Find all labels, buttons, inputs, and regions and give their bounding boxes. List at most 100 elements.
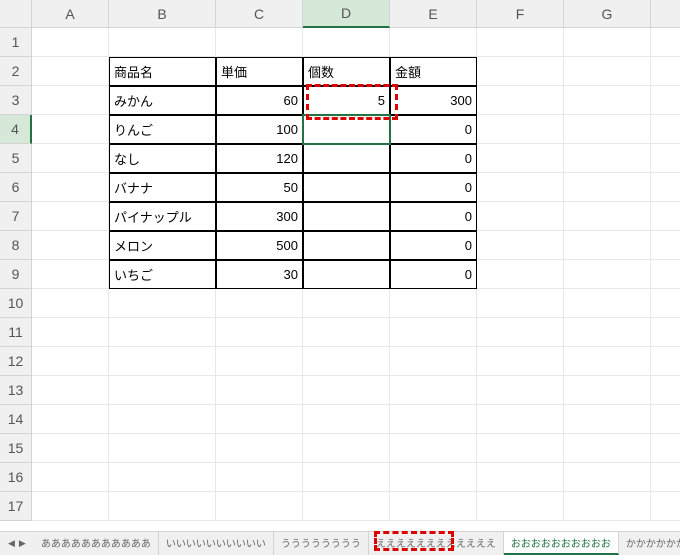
row-header-6[interactable]: 6 [0,173,32,202]
cell-b4[interactable]: りんご [109,115,216,144]
cell-a14[interactable] [32,405,109,434]
cell-g5[interactable] [564,144,651,173]
cell-c7[interactable]: 300 [216,202,303,231]
row-header-2[interactable]: 2 [0,57,32,86]
cell-g16[interactable] [564,463,651,492]
cell-b8[interactable]: メロン [109,231,216,260]
cell-a17[interactable] [32,492,109,521]
cell-c4[interactable]: 100 [216,115,303,144]
cell-c15[interactable] [216,434,303,463]
cell-d1[interactable] [303,28,390,57]
cell-a8[interactable] [32,231,109,260]
col-header-b[interactable]: B [109,0,216,28]
cell-f13[interactable] [477,376,564,405]
cell-f9[interactable] [477,260,564,289]
cell-c16[interactable] [216,463,303,492]
cell-b2[interactable]: 商品名 [109,57,216,86]
cell-a2[interactable] [32,57,109,86]
tab-nav-prev-icon[interactable]: ◀ [8,538,15,549]
cell-c10[interactable] [216,289,303,318]
cell-a10[interactable] [32,289,109,318]
row-header-12[interactable]: 12 [0,347,32,376]
cell-b11[interactable] [109,318,216,347]
cell-a16[interactable] [32,463,109,492]
tab-nav[interactable]: ◀ ▶ [0,538,34,549]
row-header-13[interactable]: 13 [0,376,32,405]
row-header-11[interactable]: 11 [0,318,32,347]
cell-c17[interactable] [216,492,303,521]
cell-f11[interactable] [477,318,564,347]
cell-g13[interactable] [564,376,651,405]
cell-d3[interactable]: 5 [303,86,390,115]
cell-b5[interactable]: なし [109,144,216,173]
row-header-8[interactable]: 8 [0,231,32,260]
tab-nav-next-icon[interactable]: ▶ [19,538,26,549]
cell-c1[interactable] [216,28,303,57]
cell-f3[interactable] [477,86,564,115]
cell-d9[interactable] [303,260,390,289]
cell-f5[interactable] [477,144,564,173]
cell-b17[interactable] [109,492,216,521]
row-header-16[interactable]: 16 [0,463,32,492]
cell-a13[interactable] [32,376,109,405]
col-header-g[interactable]: G [564,0,651,28]
cell-b1[interactable] [109,28,216,57]
cell-c5[interactable]: 120 [216,144,303,173]
sheet-tab-4[interactable]: おおおおおおおおおお [504,532,619,555]
col-header-f[interactable]: F [477,0,564,28]
cell-e7[interactable]: 0 [390,202,477,231]
cell-d15[interactable] [303,434,390,463]
cell-g3[interactable] [564,86,651,115]
cell-e9[interactable]: 0 [390,260,477,289]
cell-e12[interactable] [390,347,477,376]
cell-c11[interactable] [216,318,303,347]
cell-d14[interactable] [303,405,390,434]
cell-f1[interactable] [477,28,564,57]
cell-d10[interactable] [303,289,390,318]
cell-g7[interactable] [564,202,651,231]
cell-f2[interactable] [477,57,564,86]
cell-f14[interactable] [477,405,564,434]
cell-e8[interactable]: 0 [390,231,477,260]
cell-e6[interactable]: 0 [390,173,477,202]
select-all-corner[interactable] [0,0,32,28]
row-header-7[interactable]: 7 [0,202,32,231]
cell-d6[interactable] [303,173,390,202]
cell-f16[interactable] [477,463,564,492]
sheet-tab-5[interactable]: かかかかかかかかかかか [619,532,680,555]
cell-g8[interactable] [564,231,651,260]
cell-b3[interactable]: みかん [109,86,216,115]
cell-a4[interactable] [32,115,109,144]
cell-e17[interactable] [390,492,477,521]
cell-b13[interactable] [109,376,216,405]
row-header-5[interactable]: 5 [0,144,32,173]
cell-a7[interactable] [32,202,109,231]
cell-c13[interactable] [216,376,303,405]
cell-a1[interactable] [32,28,109,57]
sheet-tab-1[interactable]: いいいいいいいいいい [159,532,274,555]
cell-a3[interactable] [32,86,109,115]
cell-g14[interactable] [564,405,651,434]
row-header-1[interactable]: 1 [0,28,32,57]
cell-e2[interactable]: 金額 [390,57,477,86]
cell-g10[interactable] [564,289,651,318]
cell-d2[interactable]: 個数 [303,57,390,86]
sheet-tab-0[interactable]: あああああああああああ [34,532,159,555]
cell-f8[interactable] [477,231,564,260]
cell-d11[interactable] [303,318,390,347]
cell-g12[interactable] [564,347,651,376]
cell-c3[interactable]: 60 [216,86,303,115]
cell-b6[interactable]: バナナ [109,173,216,202]
cell-e13[interactable] [390,376,477,405]
cell-d13[interactable] [303,376,390,405]
cell-a5[interactable] [32,144,109,173]
col-header-e[interactable]: E [390,0,477,28]
cell-g6[interactable] [564,173,651,202]
cell-e10[interactable] [390,289,477,318]
cell-g17[interactable] [564,492,651,521]
cell-c12[interactable] [216,347,303,376]
cell-f12[interactable] [477,347,564,376]
cell-d4[interactable] [303,115,390,144]
row-header-3[interactable]: 3 [0,86,32,115]
cell-e15[interactable] [390,434,477,463]
